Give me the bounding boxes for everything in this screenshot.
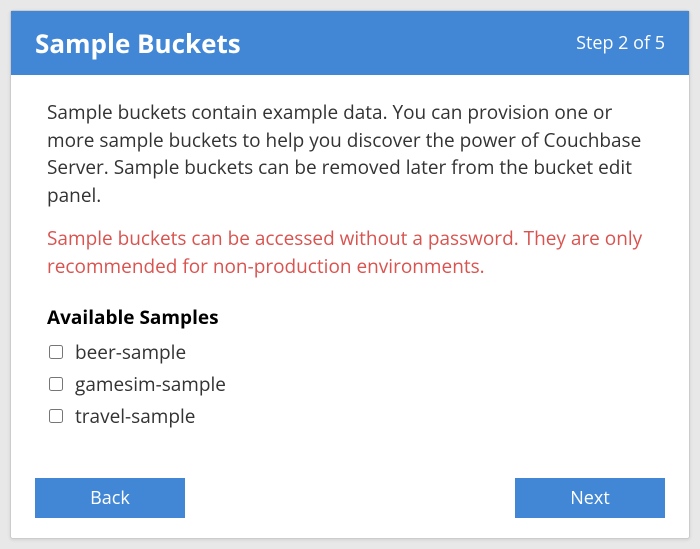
back-button[interactable]: Back	[35, 478, 185, 518]
dialog-body: Sample buckets contain example data. You…	[11, 75, 689, 464]
sample-list: beer-sample gamesim-sample travel-sample	[47, 336, 653, 432]
description-text: Sample buckets contain example data. You…	[47, 99, 653, 209]
warning-text: Sample buckets can be accessed without a…	[47, 225, 653, 280]
available-samples-heading: Available Samples	[47, 304, 653, 330]
dialog-title: Sample Buckets	[35, 25, 241, 61]
sample-label: beer-sample	[75, 339, 186, 365]
sample-buckets-dialog: Sample Buckets Step 2 of 5 Sample bucket…	[10, 10, 690, 539]
sample-label: gamesim-sample	[75, 371, 226, 397]
beer-sample-checkbox[interactable]	[49, 345, 63, 359]
list-item: travel-sample	[47, 400, 653, 432]
dialog-footer: Back Next	[11, 464, 689, 538]
travel-sample-checkbox[interactable]	[49, 409, 63, 423]
dialog-header: Sample Buckets Step 2 of 5	[11, 11, 689, 75]
sample-label: travel-sample	[75, 403, 195, 429]
list-item: gamesim-sample	[47, 368, 653, 400]
list-item: beer-sample	[47, 336, 653, 368]
step-indicator: Step 2 of 5	[576, 31, 665, 55]
next-button[interactable]: Next	[515, 478, 665, 518]
gamesim-sample-checkbox[interactable]	[49, 377, 63, 391]
